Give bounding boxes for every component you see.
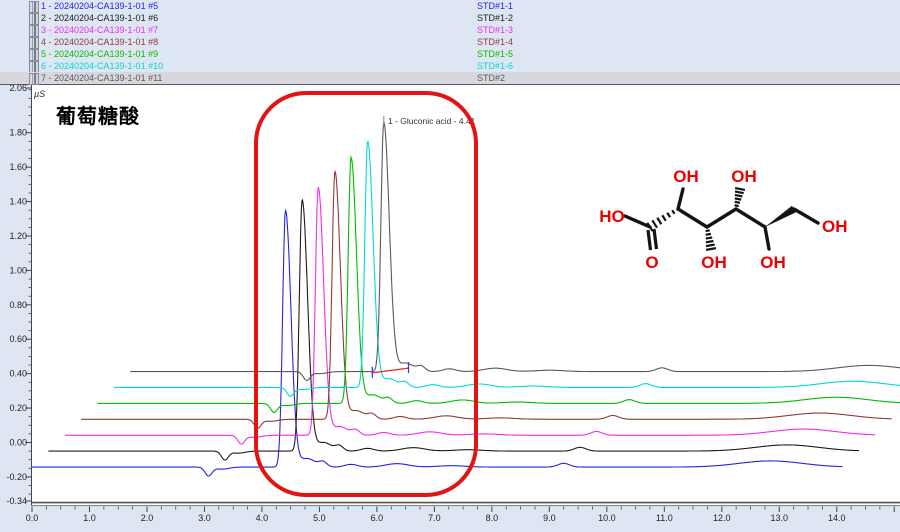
legend-std-label: STD#1-4 bbox=[477, 36, 513, 48]
hash-wedge-stroke bbox=[662, 215, 666, 220]
legend-sample-label: 5 - 20240204-CA139-1-01 #9 bbox=[41, 48, 158, 60]
hash-wedge-stroke bbox=[735, 198, 741, 199]
legend-sample-label: 6 - 20240204-CA139-1-01 #10 bbox=[41, 60, 163, 72]
legend-row[interactable]: 4 - 20240204-CA139-1-01 #8 STD#1-4 bbox=[0, 36, 900, 48]
atom-label: OH bbox=[673, 167, 699, 186]
bond bbox=[765, 227, 769, 249]
bottom-gutter bbox=[0, 506, 900, 532]
legend-row[interactable]: 3 - 20240204-CA139-1-01 #7 STD#1-3 bbox=[0, 24, 900, 36]
x-tick-label: 6.0 bbox=[371, 513, 384, 523]
solid-wedge bbox=[765, 206, 796, 227]
double-bond bbox=[654, 229, 657, 249]
hash-wedge-stroke bbox=[667, 213, 670, 217]
hash-wedge-stroke bbox=[735, 191, 744, 193]
hash-wedge-stroke bbox=[706, 230, 710, 231]
y-tick-label: 0.80 bbox=[9, 300, 27, 310]
bond bbox=[678, 189, 683, 209]
x-tick-label: 7.0 bbox=[428, 513, 441, 523]
x-tick-label: 12.0 bbox=[713, 513, 731, 523]
y-tick-label: 1.60 bbox=[9, 162, 27, 172]
atom-label: OH bbox=[822, 217, 848, 236]
x-tick-label: 5.0 bbox=[313, 513, 326, 523]
hash-wedge-stroke bbox=[735, 188, 745, 190]
legend-row[interactable]: 2 - 20240204-CA139-1-01 #6 STD#1-2 bbox=[0, 12, 900, 24]
legend-sample-label: 4 - 20240204-CA139-1-01 #8 bbox=[41, 36, 158, 48]
x-tick-label: 13.0 bbox=[771, 513, 789, 523]
legend-row[interactable]: 6 - 20240204-CA139-1-01 #10 STD#1-6 bbox=[0, 60, 900, 72]
legend-std-label: STD#1-6 bbox=[477, 60, 513, 72]
x-tick-label: 3.0 bbox=[198, 513, 211, 523]
gluconic-acid-structure-image: HO O OH OH OH OH OH bbox=[592, 148, 882, 278]
y-axis-unit-label: µS bbox=[34, 89, 45, 99]
legend-sample-label: 1 - 20240204-CA139-1-01 #5 bbox=[41, 0, 158, 12]
y-tick-label: 1.20 bbox=[9, 231, 27, 241]
y-tick-label: 0.40 bbox=[9, 369, 27, 379]
plot-title: 葡萄糖酸 bbox=[56, 100, 140, 129]
y-tick-label: -0.20 bbox=[6, 472, 27, 482]
legend-sample-label: 2 - 20240204-CA139-1-01 #6 bbox=[41, 12, 158, 24]
legend-std-label: STD#2 bbox=[477, 72, 505, 84]
bond bbox=[707, 209, 736, 227]
legend-row[interactable]: 1 - 20240204-CA139-1-01 #5 STD#1-1 bbox=[0, 0, 900, 12]
y-tick-label: 0.00 bbox=[9, 437, 27, 447]
y-tick-label: 1.80 bbox=[9, 128, 27, 138]
atom-label: OH bbox=[731, 167, 757, 186]
x-tick-label: 4.0 bbox=[256, 513, 269, 523]
legend-std-label: STD#1-1 bbox=[477, 0, 513, 12]
x-tick-label: 8.0 bbox=[486, 513, 499, 523]
hash-wedge-stroke bbox=[672, 210, 674, 214]
x-tick-label: 11.0 bbox=[656, 513, 673, 523]
hash-wedge-stroke bbox=[735, 205, 739, 206]
double-bond bbox=[648, 230, 651, 250]
bond bbox=[794, 209, 818, 223]
x-tick-label: 10.0 bbox=[598, 513, 616, 523]
legend-std-label: STD#1-2 bbox=[477, 12, 513, 24]
legend-row[interactable]: 7 - 20240204-CA139-1-01 #11 STD#2 bbox=[0, 72, 900, 85]
bond bbox=[625, 216, 650, 227]
chromatography-window: -0.20 0.00 0.20 0.40 0.60 0.80 1.00 1.20 1.40 1.6… bbox=[0, 0, 900, 532]
y-tick-label: 0.20 bbox=[9, 403, 27, 413]
injection-legend: 1 - 20240204-CA139-1-01 #5STD#1-12 - 202… bbox=[0, 0, 900, 85]
hash-wedge-stroke bbox=[735, 195, 743, 197]
x-tick-label: 9.0 bbox=[543, 513, 556, 523]
hash-wedge-stroke bbox=[706, 234, 711, 235]
bond bbox=[736, 209, 765, 227]
x-tick-label: 0.0 bbox=[26, 513, 39, 523]
atom-label: HO bbox=[599, 207, 625, 226]
y-tick-label: 0.60 bbox=[9, 334, 27, 344]
red-annotation-box bbox=[254, 91, 478, 497]
x-tick-label: 2.0 bbox=[141, 513, 154, 523]
hash-wedge-stroke bbox=[706, 248, 716, 250]
hash-wedge-stroke bbox=[735, 202, 740, 203]
hash-wedge-stroke bbox=[652, 220, 657, 227]
hash-wedge-stroke bbox=[706, 241, 714, 242]
x-tick-label: 1.0 bbox=[83, 513, 96, 523]
atom-label: O bbox=[645, 253, 658, 272]
y-tick-label: 1.00 bbox=[9, 265, 27, 275]
y-tick-label: -0.34 bbox=[6, 496, 27, 506]
hash-wedge-stroke bbox=[706, 237, 712, 238]
legend-row[interactable]: 5 - 20240204-CA139-1-01 #9 STD#1-5 bbox=[0, 48, 900, 60]
legend-sample-label: 7 - 20240204-CA139-1-01 #11 bbox=[41, 72, 162, 84]
atom-label: OH bbox=[760, 253, 786, 272]
x-tick-label: 14.0 bbox=[828, 513, 846, 523]
y-tick-label: 1.40 bbox=[9, 197, 27, 207]
hash-wedge-stroke bbox=[657, 218, 661, 224]
bond bbox=[678, 209, 707, 227]
legend-std-label: STD#1-5 bbox=[477, 48, 513, 60]
legend-sample-label: 3 - 20240204-CA139-1-01 #7 bbox=[41, 24, 158, 36]
atom-label: OH bbox=[701, 253, 727, 272]
hash-wedge-stroke bbox=[706, 245, 715, 247]
chromatogram-icon bbox=[29, 73, 39, 85]
legend-std-label: STD#1-3 bbox=[477, 24, 513, 36]
